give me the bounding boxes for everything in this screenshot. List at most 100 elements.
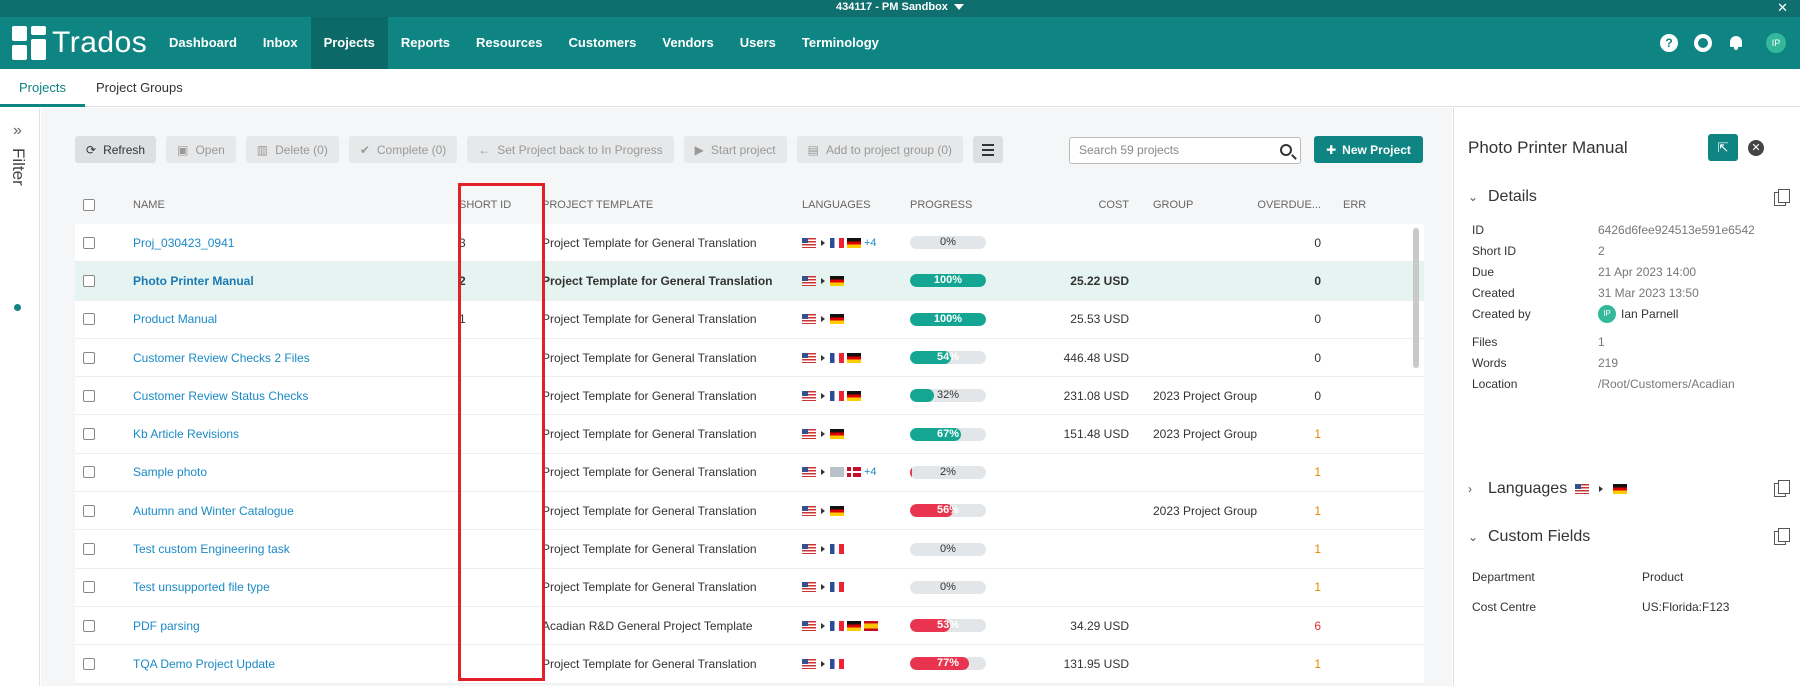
nav-reports[interactable]: Reports — [388, 17, 463, 69]
table-row[interactable]: Sample photo Project Template for General… — [75, 453, 1424, 493]
complete-button[interactable]: ✔ Complete (0) — [348, 136, 458, 163]
languages-section-toggle[interactable]: › Languages — [1468, 480, 1628, 498]
row-checkbox[interactable] — [83, 619, 95, 632]
creator-name: Ian Parnell — [1621, 307, 1679, 321]
row-checkbox[interactable] — [83, 657, 95, 670]
more-languages-link[interactable]: +4 — [864, 466, 877, 478]
delete-button[interactable]: ▥ Delete (0) — [245, 136, 339, 163]
globe-icon[interactable] — [1694, 34, 1712, 52]
tab-project-groups[interactable]: Project Groups — [96, 69, 183, 107]
start-project-button[interactable]: ▶ Start project — [683, 136, 787, 163]
search-input[interactable]: Search 59 projects — [1069, 137, 1301, 164]
new-project-button[interactable]: ✚ New Project — [1314, 136, 1423, 163]
col-languages[interactable]: LANGUAGES — [796, 199, 908, 211]
col-name[interactable]: NAME — [111, 199, 451, 211]
nav-dashboard[interactable]: Dashboard — [156, 17, 250, 69]
row-checkbox[interactable] — [83, 543, 95, 556]
filter-active-dot — [14, 304, 21, 311]
chevron-down-icon[interactable] — [953, 4, 964, 11]
table-row[interactable]: Autumn and Winter Catalogue Project Templ… — [75, 492, 1424, 531]
template-cell: Project Template for General Translation — [542, 656, 757, 671]
row-checkbox[interactable] — [83, 428, 95, 441]
overdue-cell: 1 — [1314, 503, 1321, 518]
table-row[interactable]: Test custom Engineering task Project Temp… — [75, 530, 1424, 569]
col-cost[interactable]: COST — [1041, 199, 1133, 211]
search-icon[interactable] — [1280, 144, 1292, 156]
progress-bar: 56% — [910, 504, 986, 518]
col-progress[interactable]: PROGRESS — [908, 199, 1041, 211]
project-name-link[interactable]: Sample photo — [133, 465, 207, 479]
project-name-link[interactable]: Product Manual — [133, 312, 217, 326]
copy-icon[interactable] — [1774, 528, 1790, 545]
table-row[interactable]: Customer Review Status Checks Project Tem… — [75, 377, 1424, 416]
nav-terminology[interactable]: Terminology — [789, 17, 892, 69]
row-checkbox[interactable] — [83, 504, 95, 517]
row-checkbox[interactable] — [83, 581, 95, 594]
table-scrollbar[interactable] — [1413, 228, 1419, 368]
row-checkbox[interactable] — [83, 389, 95, 402]
details-section-toggle[interactable]: ⌄ Details — [1468, 188, 1537, 206]
group-cell: 2023 Project Group — [1153, 503, 1257, 518]
project-name-link[interactable]: Test unsupported file type — [133, 580, 270, 594]
project-name-link[interactable]: Autumn and Winter Catalogue — [133, 504, 294, 518]
nav-inbox[interactable]: Inbox — [250, 17, 311, 69]
environment-selector[interactable]: 434117 - PM Sandbox — [836, 1, 948, 13]
nav-projects[interactable]: Projects — [310, 17, 388, 69]
more-languages-link[interactable]: +4 — [864, 237, 877, 249]
progress-bar: 77% — [910, 657, 986, 671]
user-avatar[interactable]: IP — [1766, 33, 1786, 53]
table-row[interactable]: TQA Demo Project Update Project Template … — [75, 645, 1424, 684]
row-checkbox[interactable] — [83, 351, 95, 364]
table-row[interactable]: Kb Article Revisions Project Template for… — [75, 415, 1424, 454]
filter-label[interactable]: Filter — [8, 148, 28, 186]
nav-users[interactable]: Users — [727, 17, 789, 69]
table-row[interactable]: Customer Review Checks 2 Files Project Te… — [75, 338, 1424, 378]
refresh-button[interactable]: ⟳ Refresh — [75, 136, 157, 163]
project-name-link[interactable]: PDF parsing — [133, 619, 200, 633]
arrow-left-icon: ← — [478, 142, 491, 157]
col-errors[interactable]: ERR — [1333, 199, 1373, 211]
select-all-checkbox[interactable] — [83, 199, 95, 211]
row-checkbox[interactable] — [83, 466, 95, 479]
row-checkbox[interactable] — [83, 313, 95, 326]
add-to-group-button[interactable]: ▤ Add to project group (0) — [796, 136, 964, 163]
project-name-link[interactable]: TQA Demo Project Update — [133, 657, 275, 671]
row-checkbox[interactable] — [83, 274, 95, 287]
table-row[interactable]: Product Manual 1 Project Template for Gene… — [75, 300, 1424, 339]
copy-icon[interactable] — [1774, 480, 1790, 497]
filter-panel[interactable]: » Filter — [0, 108, 40, 686]
more-menu-button[interactable] — [973, 136, 1004, 163]
open-button[interactable]: ▣ Open — [166, 136, 236, 163]
table-row[interactable]: Photo Printer Manual 2 Project Template fo… — [75, 262, 1424, 301]
col-template[interactable]: PROJECT TEMPLATE — [536, 199, 796, 211]
table-row[interactable]: Proj_030423_0941 3 Project Template for Ge… — [75, 224, 1424, 263]
col-group[interactable]: GROUP — [1133, 199, 1257, 211]
project-name-link[interactable]: Customer Review Status Checks — [133, 389, 308, 403]
help-icon[interactable]: ? — [1660, 34, 1678, 52]
row-checkbox[interactable] — [83, 236, 95, 249]
set-back-in-progress-button[interactable]: ← Set Project back to In Progress — [467, 136, 674, 163]
copy-icon[interactable] — [1774, 189, 1790, 206]
trados-logo[interactable]: Trados — [12, 25, 147, 61]
nav-resources[interactable]: Resources — [463, 17, 555, 69]
arrow-right-icon — [821, 239, 825, 246]
expand-chevrons-icon[interactable]: » — [13, 122, 22, 140]
table-row[interactable]: Test unsupported file type Project Templa… — [75, 568, 1424, 607]
open-external-button[interactable]: ⇱ — [1708, 134, 1738, 161]
nav-customers[interactable]: Customers — [556, 17, 650, 69]
tab-projects[interactable]: Projects — [0, 69, 85, 107]
close-panel-button[interactable]: ✕ — [1748, 140, 1764, 156]
nav-vendors[interactable]: Vendors — [649, 17, 726, 69]
project-name-link[interactable]: Proj_030423_0941 — [133, 236, 234, 250]
custom-fields-section-toggle[interactable]: ⌄ Custom Fields — [1468, 528, 1590, 546]
project-name-link[interactable]: Customer Review Checks 2 Files — [133, 351, 310, 365]
close-icon[interactable]: ✕ — [1777, 0, 1788, 15]
project-name-link[interactable]: Test custom Engineering task — [133, 542, 290, 556]
col-overdue[interactable]: OVERDUE... — [1257, 199, 1333, 211]
project-name-link[interactable]: Photo Printer Manual — [133, 274, 254, 288]
generic-flag-icon — [830, 467, 844, 478]
table-row[interactable]: PDF parsing Acadian R&D General Project T… — [75, 606, 1424, 646]
project-name-link[interactable]: Kb Article Revisions — [133, 427, 239, 441]
bell-icon[interactable] — [1728, 35, 1744, 51]
de-flag-icon — [847, 237, 861, 248]
